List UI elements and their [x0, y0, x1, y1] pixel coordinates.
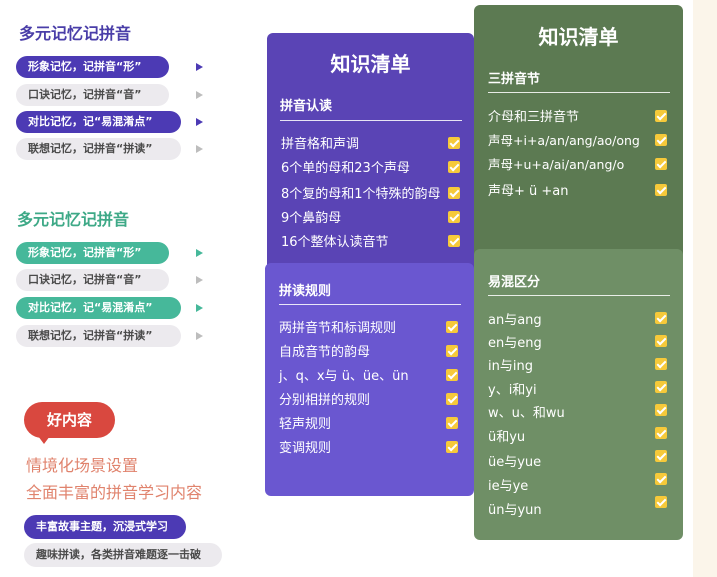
red-line-1: 情境化场景设置	[26, 456, 139, 475]
bottom-pill-2[interactable]: 趣味拼读，各类拼音难题逐一击破	[24, 543, 222, 567]
purple-s1-check-1-icon	[448, 137, 460, 149]
green-s2-item-2: en与eng	[488, 336, 542, 351]
group2-arrow-4-icon	[196, 332, 203, 340]
purple-s2-check-5-icon	[446, 417, 458, 429]
purple-s2-check-2-icon	[446, 345, 458, 357]
group1-pill-2[interactable]: 口诀记忆，记拼音“音”	[16, 84, 169, 106]
purple-section-1-heading: 拼音认读	[280, 99, 333, 114]
group2-title: 多元记忆记拼音	[17, 210, 130, 229]
group2-arrow-3-icon	[196, 304, 203, 312]
purple-section-2-divider	[279, 304, 461, 305]
green-s2-item-1: an与ang	[488, 313, 542, 328]
purple-section-2-heading: 拼读规则	[279, 284, 332, 299]
purple-s1-check-4-icon	[448, 211, 460, 223]
group2-pill-3[interactable]: 对比记忆，记“易混淆点”	[16, 297, 181, 319]
purple-s1-item-2: 6个单的母和23个声母	[281, 161, 410, 176]
green-s2-check-7-icon	[655, 450, 667, 462]
green-s1-item-3: 声母+u+a/ai/an/ang/o	[488, 157, 625, 172]
green-s2-item-5: w、u、和wu	[488, 406, 565, 421]
group1-arrow-1-icon	[196, 63, 203, 71]
purple-s1-item-3: 8个复的母和1个特殊的韵母	[281, 187, 441, 202]
purple-s2-check-1-icon	[446, 321, 458, 333]
bottom-pill-1[interactable]: 丰富故事主题，沉浸式学习	[24, 515, 186, 539]
green-s2-check-2-icon	[655, 335, 667, 347]
green-s2-check-6-icon	[655, 427, 667, 439]
purple-panel-title: 知识清单	[330, 52, 411, 76]
group1-title: 多元记忆记拼音	[19, 24, 132, 43]
green-section-1-divider	[488, 92, 670, 93]
green-s2-item-4: y、i和yi	[488, 383, 537, 398]
purple-s1-check-3-icon	[448, 187, 460, 199]
group1-arrow-3-icon	[196, 118, 203, 126]
good-content-badge: 好内容	[24, 402, 115, 444]
green-s2-check-1-icon	[655, 312, 667, 324]
green-section-1-heading: 三拼音节	[488, 72, 541, 87]
green-s1-check-2-icon	[655, 134, 667, 146]
purple-s1-item-4: 9个鼻韵母	[281, 211, 342, 226]
group1-arrow-2-icon	[196, 91, 203, 99]
green-s2-item-6: ü和yu	[488, 430, 526, 445]
red-line-2: 全面丰富的拼音学习内容	[26, 483, 203, 502]
purple-s2-item-2: 自成音节的韵母	[279, 345, 371, 360]
group2-arrow-1-icon	[196, 249, 203, 257]
purple-s2-item-4: 分别相拼的规则	[279, 393, 371, 408]
green-section-2-divider	[488, 295, 670, 296]
group2-arrow-2-icon	[196, 276, 203, 284]
purple-s2-item-1: 两拼音节和标调规则	[279, 321, 397, 336]
purple-s1-item-5: 16个整体认读音节	[281, 235, 389, 250]
group2-pill-4[interactable]: 联想记忆，记拼音“拼读”	[16, 325, 181, 347]
green-s2-check-3-icon	[655, 358, 667, 370]
purple-s2-check-4-icon	[446, 393, 458, 405]
green-s2-check-9-icon	[655, 496, 667, 508]
purple-s2-check-6-icon	[446, 441, 458, 453]
purple-s2-item-3: j、q、x与 ü、üe、ün	[279, 369, 409, 384]
purple-s2-check-3-icon	[446, 369, 458, 381]
green-s1-item-1: 介母和三拼音节	[488, 110, 580, 125]
green-s1-check-1-icon	[655, 110, 667, 122]
green-s2-check-8-icon	[655, 473, 667, 485]
purple-section-1-divider	[280, 120, 462, 121]
green-panel-title: 知识清单	[538, 25, 619, 49]
purple-s1-check-2-icon	[448, 161, 460, 173]
green-s1-item-4: 声母+ ü +an	[488, 184, 569, 199]
green-s2-check-4-icon	[655, 381, 667, 393]
group1-pill-4[interactable]: 联想记忆，记拼音“拼读”	[16, 138, 181, 160]
green-s2-item-8: ie与ye	[488, 479, 529, 494]
group2-pill-1[interactable]: 形象记忆，记拼音“形”	[16, 242, 169, 264]
right-edge-strip	[693, 0, 717, 577]
green-section-2-heading: 易混区分	[488, 275, 541, 290]
purple-s1-item-1: 拼音格和声调	[281, 137, 360, 152]
group1-pill-3[interactable]: 对比记忆，记“易混淆点”	[16, 111, 181, 133]
green-s2-item-3: in与ing	[488, 359, 533, 374]
green-s1-check-4-icon	[655, 184, 667, 196]
group2-pill-2[interactable]: 口诀记忆，记拼音“音”	[16, 269, 169, 291]
green-s2-item-7: üe与yue	[488, 455, 542, 470]
purple-s1-check-5-icon	[448, 235, 460, 247]
green-s1-item-2: 声母+i+a/an/ang/ao/ong	[488, 133, 640, 148]
group1-pill-1[interactable]: 形象记忆，记拼音“形”	[16, 56, 169, 78]
purple-s2-item-5: 轻声规则	[279, 417, 332, 432]
green-s2-item-9: ün与yun	[488, 503, 542, 518]
group1-arrow-4-icon	[196, 145, 203, 153]
green-s1-check-3-icon	[655, 158, 667, 170]
green-s2-check-5-icon	[655, 404, 667, 416]
purple-s2-item-6: 变调规则	[279, 441, 332, 456]
